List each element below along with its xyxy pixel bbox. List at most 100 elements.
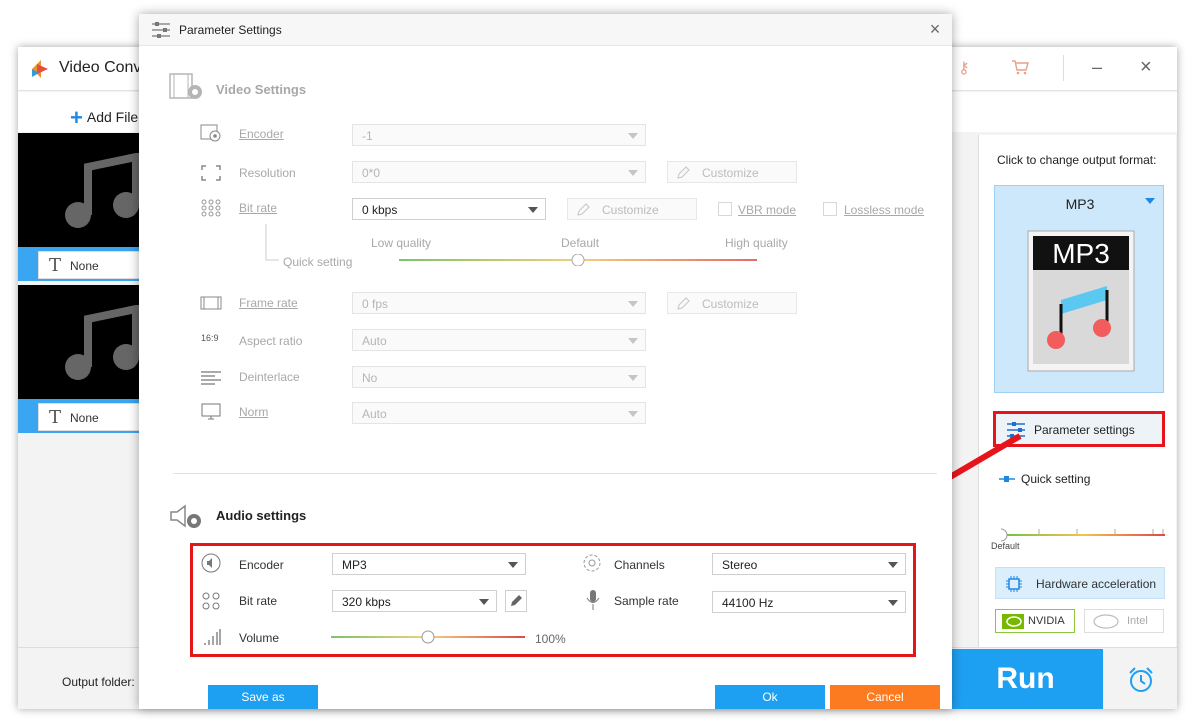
film-icon <box>200 296 222 310</box>
resolution-label: Resolution <box>239 166 296 180</box>
titlebar-divider <box>1063 55 1064 81</box>
nvidia-label: NVIDIA <box>1028 615 1065 627</box>
file-thumbnail[interactable] <box>18 285 140 399</box>
deinterlace-value: No <box>362 371 378 385</box>
save-as-button[interactable]: Save as <box>208 685 318 709</box>
monitor-icon <box>201 403 221 420</box>
frame-rate-label: Frame rate <box>239 296 298 310</box>
chevron-down-icon <box>628 301 638 307</box>
volume-label: Volume <box>239 631 280 645</box>
resolution-icon <box>201 165 221 181</box>
close-icon[interactable]: × <box>926 20 944 38</box>
minimize-button[interactable]: – <box>1092 57 1102 78</box>
parameter-settings-dialog: Parameter Settings × Video Settings Enco… <box>139 14 952 709</box>
frame-rate-customize-label: Customize <box>702 297 759 311</box>
sample-rate-label: Sample rate <box>614 594 679 608</box>
volume-slider[interactable] <box>331 630 526 644</box>
audio-bitrate-edit-button[interactable] <box>505 590 527 612</box>
aspect-ratio-icon: 16:9 <box>201 333 219 343</box>
output-panel: Click to change output format: MP3 MP3 P… <box>978 135 1176 647</box>
close-button[interactable]: × <box>1140 56 1152 79</box>
subtitle-select[interactable]: T None <box>38 251 140 279</box>
pencil-icon <box>511 595 522 606</box>
chevron-down-icon <box>628 375 638 381</box>
cancel-button[interactable]: Cancel <box>830 685 940 709</box>
slider-default-label: Default <box>991 541 1020 551</box>
audio-bitrate-value: 320 kbps <box>342 595 391 609</box>
hardware-acceleration-label: Hardware acceleration <box>1036 577 1157 591</box>
chevron-down-icon <box>1145 198 1155 204</box>
chip-icon <box>1006 576 1022 592</box>
video-encoder-value: -1 <box>362 129 373 143</box>
video-bitrate-value: 0 kbps <box>362 203 398 217</box>
video-quality-slider[interactable] <box>399 254 759 266</box>
parameter-settings-label: Parameter settings <box>1034 423 1135 437</box>
sample-rate-value: 44100 Hz <box>722 596 774 610</box>
default-quality-label: Default <box>561 236 600 250</box>
hardware-acceleration-option[interactable]: Hardware acceleration <box>995 567 1165 599</box>
output-format-selector[interactable]: MP3 MP3 <box>994 185 1164 393</box>
section-divider <box>173 473 937 474</box>
intel-logo-icon <box>1093 614 1119 629</box>
nvidia-toggle[interactable]: NVIDIA <box>995 609 1075 633</box>
file-subtitle-bar: T None <box>18 399 140 433</box>
file-thumbnail[interactable] <box>18 133 140 247</box>
volume-value: 100% <box>535 632 566 646</box>
chevron-down-icon <box>628 170 638 176</box>
video-encoder-label: Encoder <box>239 127 284 141</box>
encoder-icon <box>200 124 221 142</box>
alarm-clock-icon[interactable] <box>1126 665 1156 695</box>
plus-icon: + <box>70 105 83 130</box>
key-icon[interactable]: ⚷ <box>958 58 970 78</box>
subtitle-select[interactable]: T None <box>38 403 140 431</box>
text-icon: T <box>49 255 62 276</box>
dialog-title: Parameter Settings <box>179 23 282 37</box>
nvidia-logo-icon <box>1002 614 1024 629</box>
intel-toggle[interactable]: Intel <box>1084 609 1164 633</box>
aspect-ratio-label: Aspect ratio <box>239 334 303 348</box>
vbr-mode-checkbox[interactable] <box>718 202 732 216</box>
high-quality-label: High quality <box>725 236 788 250</box>
audio-settings-icon <box>170 504 201 528</box>
norm-select[interactable]: Auto <box>352 402 646 424</box>
channels-select[interactable]: Stereo <box>712 553 906 575</box>
channels-icon <box>583 554 601 572</box>
video-bitrate-label: Bit rate <box>239 201 278 215</box>
bitrate-customize-button[interactable]: Customize <box>567 198 697 220</box>
aspect-ratio-select[interactable]: Auto <box>352 329 646 351</box>
resolution-customize-label: Customize <box>702 166 759 180</box>
deinterlace-icon <box>201 371 221 385</box>
cart-icon[interactable] <box>1011 59 1029 75</box>
run-button[interactable]: Run <box>948 649 1103 709</box>
music-note-icon <box>65 305 140 380</box>
app-logo-icon <box>32 60 48 78</box>
bitrate-icon <box>201 199 221 217</box>
aspect-ratio-value: Auto <box>362 334 387 348</box>
norm-label: Norm <box>239 405 269 419</box>
norm-value: Auto <box>362 407 387 421</box>
audio-encoder-label: Encoder <box>239 558 284 572</box>
video-encoder-select[interactable]: -1 <box>352 124 646 146</box>
chevron-down-icon <box>628 411 638 417</box>
audio-encoder-select[interactable]: MP3 <box>332 553 526 575</box>
file-subtitle-bar: T None <box>18 247 140 281</box>
audio-bitrate-select[interactable]: 320 kbps <box>332 590 497 612</box>
intel-label: Intel <box>1127 615 1148 627</box>
video-bitrate-select[interactable]: 0 kbps <box>352 198 546 220</box>
video-settings-icon <box>169 73 202 99</box>
lossless-mode-checkbox[interactable] <box>823 202 837 216</box>
add-files-button[interactable]: + Add File <box>70 102 138 130</box>
frame-rate-customize-button[interactable]: Customize <box>667 292 797 314</box>
ok-button[interactable]: Ok <box>715 685 825 709</box>
resolution-select[interactable]: 0*0 <box>352 161 646 183</box>
quick-setting-label: Quick setting <box>283 255 353 269</box>
frame-rate-select[interactable]: 0 fps <box>352 292 646 314</box>
mp3-file-icon: MP3 <box>1027 230 1135 372</box>
subtitle-value: None <box>70 259 99 273</box>
deinterlace-select[interactable]: No <box>352 366 646 388</box>
resolution-customize-button[interactable]: Customize <box>667 161 797 183</box>
resolution-value: 0*0 <box>362 166 381 180</box>
sample-rate-select[interactable]: 44100 Hz <box>712 591 906 613</box>
output-folder-label: Output folder: <box>62 675 135 689</box>
lossless-mode-label: Lossless mode <box>844 203 925 217</box>
